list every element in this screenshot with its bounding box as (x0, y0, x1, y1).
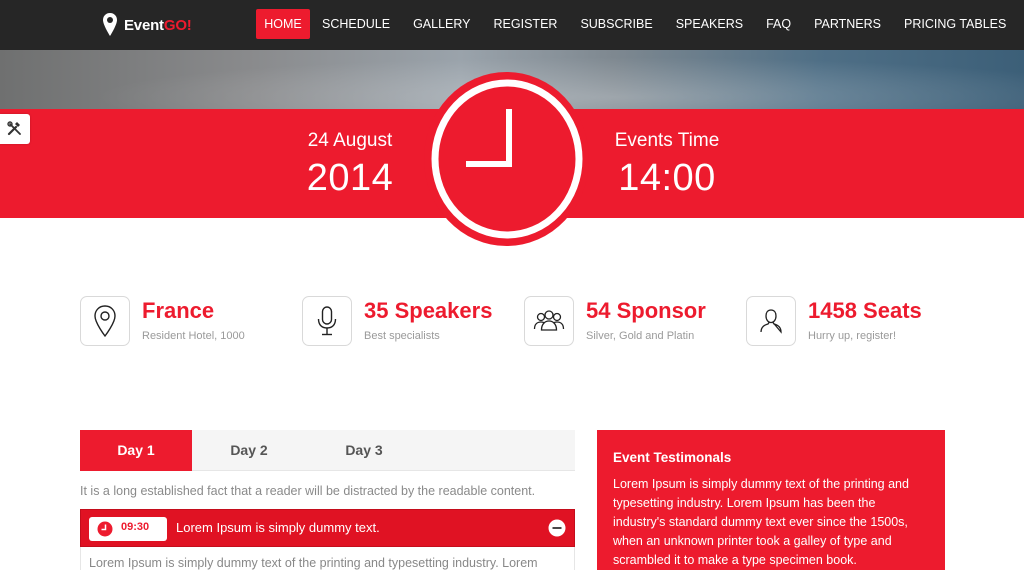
feature-icon-box (302, 296, 352, 346)
feature-subtitle: Hurry up, register! (808, 330, 897, 342)
session-time: 09:30 (121, 521, 150, 533)
feature-title: 1458 Seats (808, 298, 922, 323)
nav-home[interactable]: HOME (256, 9, 310, 39)
microphone-icon (317, 306, 337, 336)
tab-day-3[interactable]: Day 3 (306, 430, 422, 471)
feature-title: 54 Sponsor (586, 298, 706, 323)
nav-speakers[interactable]: SPEAKERS (665, 9, 754, 39)
event-date-day-month: 24 August (307, 130, 393, 151)
session-title: Lorem Ipsum is simply dummy text. (176, 520, 380, 535)
event-date-year: 2014 (306, 157, 394, 199)
feature-subtitle: Resident Hotel, 1000 (142, 330, 245, 342)
nav-subscribe[interactable]: SUBSCRIBE (569, 9, 663, 39)
group-icon (533, 310, 565, 331)
testimonial-quote: Lorem Ipsum is simply dummy text of the … (613, 477, 909, 567)
session-description: Lorem Ipsum is simply dummy text of the … (89, 556, 538, 570)
session-time-badge: 09:30 (89, 517, 167, 541)
map-pin-logo-icon (103, 13, 117, 36)
tab-day-1[interactable]: Day 1 (80, 430, 192, 471)
clock-icon (431, 79, 583, 239)
schedule-day-tabs: Day 1 Day 2 Day 3 (80, 430, 575, 471)
feature-icon-box (746, 296, 796, 346)
nav-pricing-tables[interactable]: PRICING TABLES (893, 9, 1017, 39)
feature-subtitle: Silver, Gold and Platin (586, 330, 695, 342)
testimonials-title: Event Testimonals (613, 450, 732, 465)
event-time-value: 14:00 (618, 157, 716, 199)
nav-faq[interactable]: FAQ (755, 9, 802, 39)
schedule-intro-text: It is a long established fact that a rea… (80, 484, 536, 498)
feature-subtitle: Best specialists (364, 330, 440, 342)
feature-seats: 1458 Seats Hurry up, register! (746, 296, 956, 348)
top-navbar: EventGO! HOME SCHEDULE GALLERY REGISTER … (0, 0, 1024, 50)
event-time-label: Events Time (614, 130, 720, 151)
feature-title: 35 Speakers (364, 298, 493, 323)
feature-sponsors: 54 Sponsor Silver, Gold and Platin (524, 296, 734, 348)
main-nav: HOME SCHEDULE GALLERY REGISTER SUBSCRIBE… (256, 9, 1018, 39)
feature-icon-box (80, 296, 130, 346)
brand-name: EventGO! (124, 16, 192, 34)
style-switcher-button[interactable] (0, 114, 30, 144)
nav-schedule[interactable]: SCHEDULE (311, 9, 401, 39)
collapse-minus-icon[interactable] (548, 519, 566, 537)
event-time: Events Time 14:00 (587, 128, 747, 200)
feature-location: France Resident Hotel, 1000 (80, 296, 280, 348)
event-date: 24 August 2014 (270, 128, 430, 200)
testimonials-panel: Event Testimonals Lorem Ipsum is simply … (597, 430, 945, 570)
tab-day-2[interactable]: Day 2 (192, 430, 306, 471)
session-accordion-body: Lorem Ipsum is simply dummy text of the … (80, 547, 575, 570)
feature-icon-box (524, 296, 574, 346)
user-icon (760, 309, 782, 334)
nav-gallery[interactable]: GALLERY (402, 9, 481, 39)
session-accordion-header[interactable]: 09:30 Lorem Ipsum is simply dummy text. (80, 509, 575, 547)
feature-title: France (142, 298, 215, 323)
nav-partners[interactable]: PARTNERS (803, 9, 892, 39)
nav-register[interactable]: REGISTER (483, 9, 569, 39)
feature-speakers: 35 Speakers Best specialists (302, 296, 512, 348)
tools-icon (7, 121, 21, 136)
brand-logo[interactable]: EventGO! (102, 11, 192, 39)
map-pin-icon (94, 305, 116, 338)
clock-small-icon (97, 521, 113, 537)
